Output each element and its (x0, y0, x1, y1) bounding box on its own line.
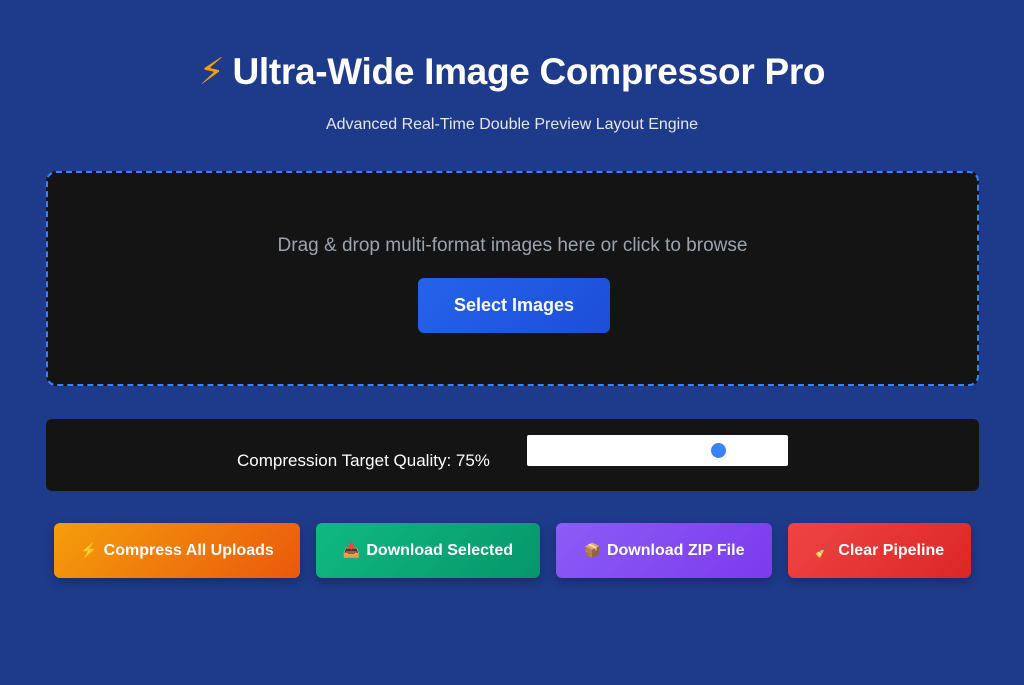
lightning-icon: ⚡ (80, 542, 98, 558)
download-zip-label: Download ZIP File (606, 541, 745, 559)
lightning-icon: ⚡ (198, 51, 225, 92)
quality-panel: Compression Target Quality: 75% (46, 419, 979, 491)
download-selected-label: Download Selected (366, 541, 514, 559)
quality-label: Compression Target Quality: 75% (237, 451, 490, 470)
compress-all-label: Compress All Uploads (103, 541, 274, 559)
compress-all-button[interactable]: ⚡ Compress All Uploads (54, 523, 300, 578)
quality-slider[interactable] (527, 435, 788, 466)
dropzone-prompt: Drag & drop multi-format images here or … (277, 235, 748, 256)
app-page: ⚡ Ultra-Wide Image Compressor Pro Advance… (0, 0, 1024, 685)
broom-icon: 🧹 (814, 542, 833, 558)
page-subtitle: Advanced Real-Time Double Preview Layout… (325, 116, 699, 133)
select-images-button[interactable]: Select Images (418, 278, 610, 333)
page-title-text: Ultra-Wide Image Compressor Pro (232, 51, 826, 92)
clear-pipeline-button[interactable]: 🧹 Clear Pipeline (788, 523, 971, 578)
download-zip-button[interactable]: 📦 Download ZIP File (556, 523, 772, 578)
image-dropzone[interactable]: Drag & drop multi-format images here or … (46, 171, 979, 386)
clear-pipeline-label: Clear Pipeline (838, 541, 945, 559)
download-selected-button[interactable]: 📥 Download Selected (316, 523, 540, 578)
page-title: ⚡ Ultra-Wide Image Compressor Pro (0, 50, 1024, 93)
package-icon: 📦 (583, 542, 601, 558)
inbox-tray-icon: 📥 (342, 542, 361, 558)
quality-slider-thumb[interactable] (710, 443, 726, 458)
